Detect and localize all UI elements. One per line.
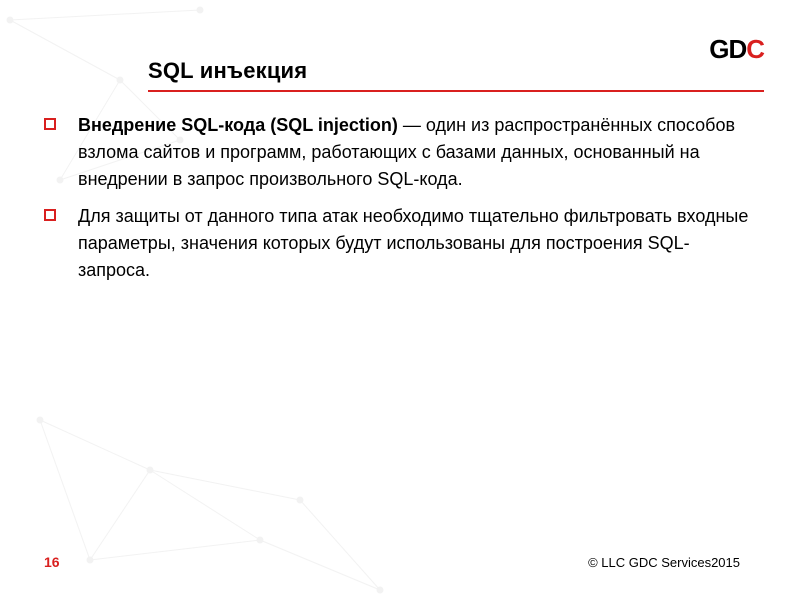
- slide-content: Внедрение SQL-кода (SQL injection) — оди…: [44, 112, 756, 294]
- bullet-text: Для защиты от данного типа атак необходи…: [78, 206, 748, 280]
- bullet-item: Внедрение SQL-кода (SQL injection) — оди…: [44, 112, 756, 193]
- bullet-item: Для защиты от данного типа атак необходи…: [44, 203, 756, 284]
- title-bar: SQL инъекция: [148, 58, 764, 92]
- page-number: 16: [44, 554, 60, 570]
- slide-title: SQL инъекция: [148, 58, 764, 84]
- copyright: © LLC GDC Services2015: [588, 555, 740, 570]
- bullet-bold: Внедрение SQL-кода (SQL injection): [78, 115, 398, 135]
- bullet-square-icon: [44, 118, 56, 130]
- bullet-list: Внедрение SQL-кода (SQL injection) — оди…: [44, 112, 756, 284]
- bullet-square-icon: [44, 209, 56, 221]
